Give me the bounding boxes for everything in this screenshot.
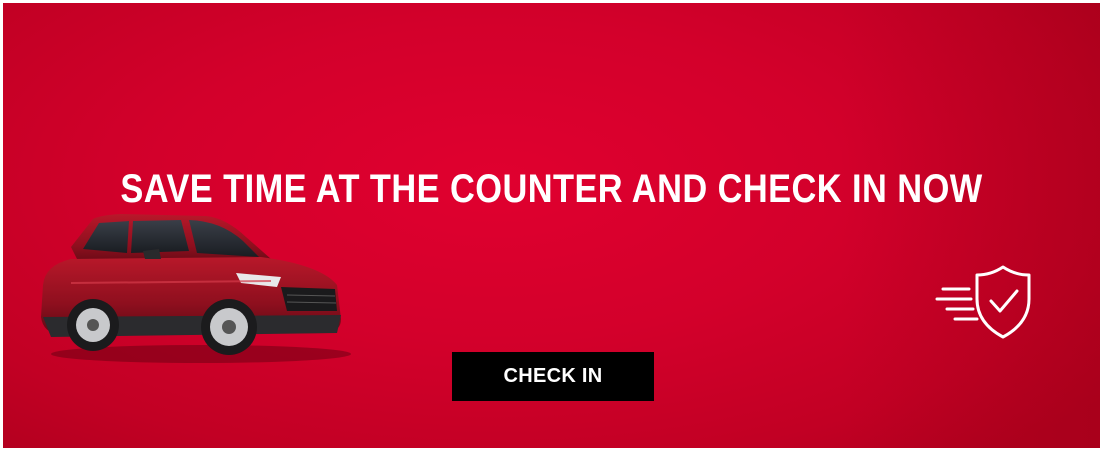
banner-headline: SAVE TIME AT THE COUNTER AND CHECK IN NO… — [120, 167, 983, 211]
fast-shield-check-icon — [935, 265, 1031, 339]
red-suv-car-image — [41, 214, 351, 363]
checkin-banner: SAVE TIME AT THE COUNTER AND CHECK IN NO… — [3, 3, 1100, 448]
background-shade — [840, 3, 1100, 448]
check-in-button[interactable]: CHECK IN — [452, 352, 654, 401]
